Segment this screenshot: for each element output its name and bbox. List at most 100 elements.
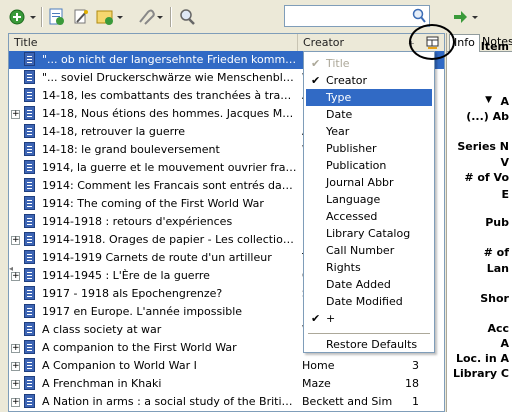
expand-toggle-icon[interactable]: + bbox=[11, 380, 20, 389]
document-icon bbox=[24, 358, 35, 372]
document-icon bbox=[24, 232, 35, 246]
field-label: (...) Ab bbox=[466, 110, 509, 123]
document-icon bbox=[24, 124, 35, 138]
item-title: A Frenchman in Khaki bbox=[42, 377, 162, 390]
menu-item-label: Date bbox=[326, 108, 353, 121]
document-icon bbox=[24, 376, 35, 390]
document-icon bbox=[24, 268, 35, 282]
expand-toggle-icon[interactable]: + bbox=[11, 398, 20, 407]
menu-item-label: Date Added bbox=[326, 278, 391, 291]
menu-item-accessed[interactable]: Accessed bbox=[306, 208, 432, 225]
table-row[interactable]: + A Nation in arms : a social study of th… bbox=[9, 393, 444, 411]
magic-wand-button[interactable] bbox=[71, 8, 91, 26]
item-title: 1917 - 1918 als Epochengrenze? bbox=[42, 287, 223, 300]
menu-item-date[interactable]: Date bbox=[306, 106, 432, 123]
attachment-button[interactable] bbox=[134, 8, 164, 26]
item-title: 14-18, retrouver la guerre bbox=[42, 125, 185, 138]
document-icon bbox=[24, 106, 35, 120]
menu-item-label: Rights bbox=[326, 261, 361, 274]
menu-item-label: Journal Abbr bbox=[326, 176, 394, 189]
field-label: Item bbox=[480, 40, 509, 53]
menu-item-label: Type bbox=[326, 91, 352, 104]
column-header-title[interactable]: Title bbox=[9, 34, 298, 51]
annotation-circle bbox=[409, 24, 455, 60]
field-label: # of bbox=[483, 246, 509, 259]
scroll-left-icon[interactable]: ◂ bbox=[9, 264, 15, 280]
item-creator: Maze bbox=[302, 377, 331, 390]
menu-item-more-columns[interactable]: ✔ + bbox=[306, 310, 432, 327]
item-title: A class society at war bbox=[42, 323, 162, 336]
new-note-button[interactable] bbox=[95, 8, 125, 26]
item-title: 1917 en Europe. L'année impossible bbox=[42, 305, 243, 318]
expand-toggle-icon[interactable]: + bbox=[11, 362, 20, 371]
expand-toggle-icon[interactable]: + bbox=[11, 344, 20, 353]
add-by-identifier-button[interactable] bbox=[47, 8, 67, 26]
checkmark-icon: ✔ bbox=[311, 57, 321, 70]
menu-item-type[interactable]: Type bbox=[306, 89, 432, 106]
item-count: 18 bbox=[405, 377, 419, 390]
item-title: 14-18, Nous étions des hommes. Jacques M… bbox=[42, 107, 297, 120]
search-field[interactable] bbox=[284, 5, 430, 27]
document-icon bbox=[24, 214, 35, 228]
menu-item-date-added[interactable]: Date Added bbox=[306, 276, 432, 293]
menu-item-label: Publisher bbox=[326, 142, 377, 155]
menu-item-label: Date Modified bbox=[326, 295, 403, 308]
search-input[interactable] bbox=[288, 7, 412, 27]
table-row[interactable]: + A Frenchman in Khaki Maze 18 bbox=[9, 375, 444, 393]
menu-separator bbox=[308, 333, 430, 334]
column-header-creator[interactable]: Creator bbox=[298, 34, 408, 51]
search-icon[interactable] bbox=[411, 8, 427, 24]
column-picker-menu: ✔ Title ✔ Creator Type Date Year Publisher Publi… bbox=[303, 51, 435, 353]
field-label: Pub bbox=[485, 216, 509, 229]
item-title: A companion to the First World War bbox=[42, 341, 237, 354]
menu-item-year[interactable]: Year bbox=[306, 123, 432, 140]
document-icon bbox=[24, 196, 35, 210]
document-icon bbox=[24, 88, 35, 102]
table-row[interactable]: + A Companion to World War I Home 3 bbox=[9, 357, 444, 375]
toolbar-separator bbox=[41, 7, 43, 27]
document-icon bbox=[24, 160, 35, 174]
menu-item-rights[interactable]: Rights bbox=[306, 259, 432, 276]
item-creator: Beckett and Simpson bbox=[302, 395, 392, 408]
collapse-triangle-icon[interactable]: ▼ bbox=[485, 95, 492, 105]
new-item-button[interactable] bbox=[8, 8, 38, 26]
menu-item-publisher[interactable]: Publisher bbox=[306, 140, 432, 157]
menu-item-date-modified[interactable]: Date Modified bbox=[306, 293, 432, 310]
item-creator: Home bbox=[302, 359, 335, 372]
new-item-icon bbox=[9, 9, 36, 25]
menu-item-call-number[interactable]: Call Number bbox=[306, 242, 432, 259]
field-label: V bbox=[500, 156, 509, 169]
item-pane: Info Notes Item A (...) Ab Series N V # of Vo… bbox=[446, 33, 512, 412]
menu-item-journal-abbr[interactable]: Journal Abbr bbox=[306, 174, 432, 191]
field-label: E bbox=[501, 188, 509, 201]
toolbar-separator bbox=[170, 7, 172, 27]
item-title: 14-18: le grand bouleversement bbox=[42, 143, 220, 156]
field-label: A bbox=[500, 95, 509, 108]
menu-item-restore-defaults[interactable]: Restore Defaults bbox=[306, 336, 432, 353]
expand-toggle-icon[interactable]: + bbox=[11, 110, 20, 119]
menu-item-language[interactable]: Language bbox=[306, 191, 432, 208]
item-title: 14-18, les combattants des tranchées à t… bbox=[42, 89, 297, 102]
menu-item-creator[interactable]: ✔ Creator bbox=[306, 72, 432, 89]
menu-item-label: Publication bbox=[326, 159, 387, 172]
menu-item-publication[interactable]: Publication bbox=[306, 157, 432, 174]
menu-item-library-catalog[interactable]: Library Catalog bbox=[306, 225, 432, 242]
field-label: Series N bbox=[457, 140, 509, 153]
menu-item-label: Call Number bbox=[326, 244, 395, 257]
menu-item-label: + bbox=[326, 312, 336, 325]
attachment-icon bbox=[139, 9, 163, 25]
menu-item-label: Language bbox=[326, 193, 381, 206]
field-label: Acc bbox=[487, 322, 509, 335]
item-count: 1 bbox=[412, 395, 419, 408]
item-title: 1914-1945 : L'Ère de la guerre bbox=[42, 269, 210, 282]
menu-item-label: Title bbox=[326, 57, 350, 70]
checkmark-icon: ✔ bbox=[311, 74, 321, 87]
sync-button[interactable] bbox=[452, 8, 482, 26]
item-title: 1914, la guerre et le mouvement ouvrier … bbox=[42, 161, 297, 174]
new-note-icon bbox=[96, 10, 123, 25]
item-title: A Companion to World War I bbox=[42, 359, 197, 372]
item-title: 1914-1918. Orages de papier - Les collec… bbox=[42, 233, 297, 246]
field-label: # of Vo bbox=[464, 171, 509, 184]
advanced-search-button[interactable] bbox=[178, 8, 198, 26]
expand-toggle-icon[interactable]: + bbox=[11, 236, 20, 245]
